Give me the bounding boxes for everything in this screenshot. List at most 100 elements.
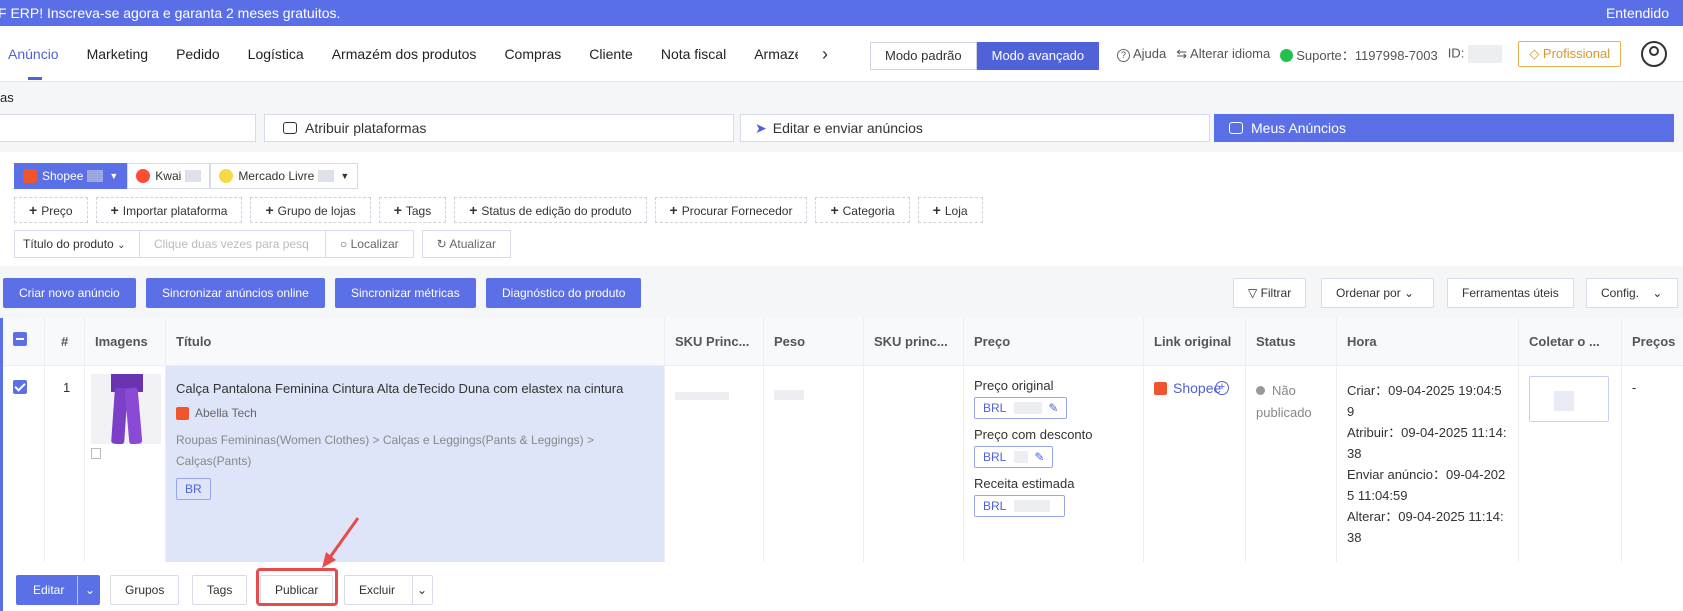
publish-button[interactable]: Publicar (260, 575, 334, 605)
step-edit-send[interactable]: ➤ Editar e enviar anúncios (740, 114, 1210, 142)
edit-button[interactable]: Editar ⌄ (16, 575, 100, 605)
row-sku2-cell (864, 366, 964, 562)
shopee-icon (176, 406, 189, 420)
copy-icon[interactable] (91, 448, 101, 459)
tab-logistica[interactable]: Logística (234, 26, 318, 82)
tab-nota-fiscal[interactable]: Nota fiscal (647, 26, 740, 82)
select-all-checkbox[interactable] (13, 332, 27, 346)
status-dot-icon (1256, 386, 1265, 395)
product-image[interactable] (91, 374, 161, 444)
groups-button[interactable]: Grupos (110, 575, 180, 605)
product-category: Roupas Femininas(Women Clothes) > Calças… (176, 433, 594, 468)
edit-icon[interactable]: ✎ (1034, 450, 1044, 464)
product-diagnosis-button[interactable]: Diagnóstico do produto (486, 278, 642, 308)
tab-armazem-produtos[interactable]: Armazém dos produtos (318, 26, 491, 82)
language-label: Alterar idioma (1190, 46, 1271, 61)
config-button[interactable]: Config. ⌄ (1586, 278, 1678, 308)
original-link[interactable]: Shopee (1173, 380, 1221, 396)
platform-mercado-livre[interactable]: Mercado Livre ▼ (210, 163, 359, 189)
filter-store[interactable]: + Loja (917, 197, 983, 223)
product-title[interactable]: Calça Pantalona Feminina Cintura Alta de… (176, 380, 654, 398)
chevron-down-icon: ⌄ (1652, 286, 1663, 300)
sort-button[interactable]: Ordenar por ⌄ (1321, 278, 1434, 308)
delete-button[interactable]: Excluir ⌄ (344, 575, 433, 605)
banner-dismiss-button[interactable]: Entendido (1606, 5, 1669, 21)
tags-button[interactable]: Tags (192, 575, 248, 605)
price-original-field[interactable]: BRL ✎ (974, 397, 1068, 419)
banner-text: F ERP! Inscreva-se agora e garanta 2 mes… (0, 5, 341, 21)
kwai-icon (136, 169, 151, 183)
header-select-all[interactable] (3, 318, 45, 366)
filter-store-group[interactable]: + Grupo de lojas (250, 197, 371, 223)
tab-cliente[interactable]: Cliente (575, 26, 647, 82)
plan-badge[interactable]: ◇ Profissional (1518, 41, 1622, 67)
chevron-down-icon: ⌄ (1404, 286, 1415, 300)
caret-down-icon[interactable]: ▼ (340, 171, 349, 181)
header-collect[interactable]: Coletar o ... (1519, 318, 1622, 366)
caret-down-icon[interactable]: ▼ (109, 171, 118, 181)
workflow-steps: Atribuir plataformas ➤ Editar e enviar an… (0, 114, 1683, 142)
tab-marketing[interactable]: Marketing (73, 26, 162, 82)
tools-button[interactable]: Ferramentas úteis (1447, 278, 1574, 308)
header-images: Imagens (85, 318, 166, 366)
header-sku-main-2[interactable]: SKU princ... (864, 318, 964, 366)
row-status-cell: Não publicado (1246, 366, 1337, 562)
row-checkbox[interactable] (13, 380, 27, 394)
row-title-cell: Calça Pantalona Feminina Cintura Alta de… (166, 366, 665, 562)
filter-import-platform[interactable]: + Importar plataforma (95, 197, 243, 223)
chevron-down-icon[interactable]: ⌄ (85, 576, 95, 604)
top-nav: Anúncio Marketing Pedido Logística Armaz… (0, 26, 1683, 82)
row-select[interactable] (3, 366, 45, 562)
search-button[interactable]: ○ Localizar (326, 230, 414, 258)
plan-label: Profissional (1542, 46, 1611, 61)
platform-kwai[interactable]: Kwai (127, 163, 211, 189)
filter-price[interactable]: + Preço (14, 197, 88, 223)
step-assign[interactable]: Atribuir plataformas (264, 114, 734, 142)
price-discount-field[interactable]: BRL ✎ (974, 446, 1054, 468)
platform-selector: Shopee ▼ Kwai Mercado Livre ▼ (14, 163, 359, 189)
mode-advanced-button[interactable]: Modo avançado (976, 42, 1100, 70)
header-title: Título (166, 318, 665, 366)
help-link[interactable]: ? Ajuda (1117, 46, 1166, 62)
mode-standard-button[interactable]: Modo padrão (870, 42, 977, 70)
step-my-listings[interactable]: Meus Anúncios (1214, 114, 1674, 142)
step-collect[interactable] (0, 114, 256, 142)
filter-panel: Shopee ▼ Kwai Mercado Livre ▼ + Preço + Impo… (0, 152, 1683, 266)
price-redacted (1014, 500, 1051, 512)
step-edit-send-label: Editar e enviar anúncios (772, 120, 923, 136)
avatar[interactable] (1641, 41, 1668, 67)
collect-thumbnail[interactable] (1529, 376, 1609, 422)
support-info[interactable]: Suporte：1197998-7003 (1280, 45, 1438, 64)
refresh-button[interactable]: ↻ Atualizar (421, 230, 512, 258)
search-field-select[interactable]: Título do produto ⌄ (14, 230, 140, 258)
header-time: Hora (1337, 318, 1519, 366)
header-price: Preço (964, 318, 1144, 366)
sync-metrics-button[interactable]: Sincronizar métricas (335, 278, 476, 308)
header-weight: Peso (764, 318, 864, 366)
edit-icon[interactable]: ✎ (1048, 401, 1058, 415)
search-input[interactable]: Clique duas vezes para pesq (140, 230, 326, 258)
create-listing-button[interactable]: Criar novo anúncio (3, 278, 136, 308)
tab-compras[interactable]: Compras (490, 26, 575, 82)
tab-pedido[interactable]: Pedido (162, 26, 234, 82)
filter-tags-button[interactable]: + Tags (378, 197, 447, 223)
row-sku-cell (665, 366, 764, 562)
tab-anuncio[interactable]: Anúncio (0, 26, 73, 82)
language-link[interactable]: ⇆ Alterar idioma (1176, 46, 1270, 62)
filter-category[interactable]: + Categoria (815, 197, 910, 223)
chevron-down-icon[interactable]: ⌄ (417, 576, 427, 604)
filter-edit-status[interactable]: + Status de edição do produto (454, 197, 647, 223)
row-link-cell: Shopee + (1144, 366, 1246, 562)
sync-listings-button[interactable]: Sincronizar anúncios online (146, 278, 325, 308)
header-sku-main[interactable]: SKU Princ... (665, 318, 764, 366)
platform-shopee[interactable]: Shopee ▼ (14, 163, 128, 189)
platform-mercado-livre-label: Mercado Livre (238, 169, 315, 183)
swap-icon: ⇆ (1176, 46, 1191, 61)
filter-supplier[interactable]: + Procurar Fornecedor (654, 197, 808, 223)
tab-armazem[interactable]: Armazém (740, 26, 798, 82)
chevron-right-icon[interactable]: › (822, 44, 828, 65)
price-redacted (1014, 402, 1043, 414)
add-link-icon[interactable]: + (1215, 381, 1229, 395)
filter-button[interactable]: ▽ Filtrar (1233, 278, 1307, 308)
step-my-listings-label: Meus Anúncios (1251, 120, 1346, 136)
